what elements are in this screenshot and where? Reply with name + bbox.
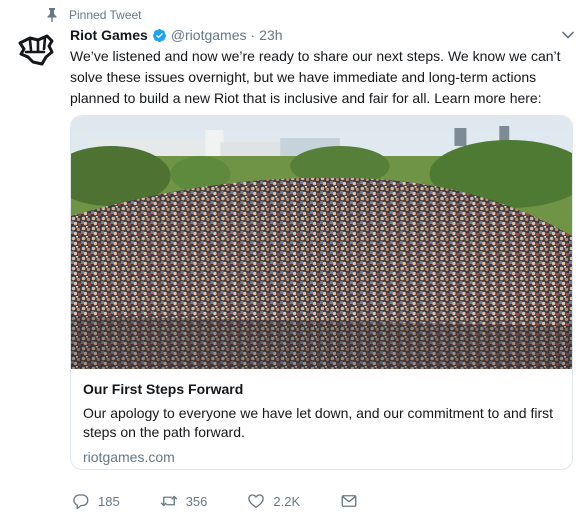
retweet-icon (160, 495, 177, 507)
retweet-count: 356 (185, 493, 208, 509)
chevron-down-icon[interactable] (562, 30, 574, 40)
like-count: 2.2K (273, 493, 301, 509)
tweet-text: We’ve listened and now we’re ready to sh… (70, 48, 561, 106)
separator-dot: · (250, 27, 256, 43)
heart-icon (248, 494, 265, 509)
card-body: Our First Steps Forward Our apology to e… (71, 369, 572, 469)
verified-badge-icon (152, 28, 166, 42)
author-handle[interactable]: @riotgames (171, 27, 247, 43)
retweet-button[interactable]: 356 (160, 492, 208, 510)
like-button[interactable]: 2.2K (247, 492, 300, 510)
riot-fist-logo-icon (18, 34, 54, 66)
card-domain: riotgames.com (83, 449, 175, 465)
pinned-tweet-indicator: Pinned Tweet (46, 7, 142, 23)
avatar[interactable] (16, 30, 56, 70)
card-title: Our First Steps Forward (83, 381, 244, 397)
link-preview-card[interactable]: Our First Steps Forward Our apology to e… (70, 115, 573, 470)
tweet-header: Riot Games @riotgames · 23h (70, 27, 283, 43)
envelope-icon (341, 495, 357, 507)
card-image (71, 116, 572, 369)
tweet-actions: 185 356 2.2K (72, 492, 406, 510)
pinned-tweet-label: Pinned Tweet (69, 8, 142, 22)
direct-message-button[interactable] (340, 492, 366, 510)
pin-icon (47, 8, 57, 22)
tweet-timestamp[interactable]: 23h (259, 27, 282, 43)
author-name[interactable]: Riot Games (70, 27, 148, 43)
reply-icon (73, 494, 89, 510)
reply-count: 185 (98, 493, 120, 509)
card-description: Our apology to everyone we have let down… (83, 405, 554, 440)
reply-button[interactable]: 185 (72, 492, 120, 510)
